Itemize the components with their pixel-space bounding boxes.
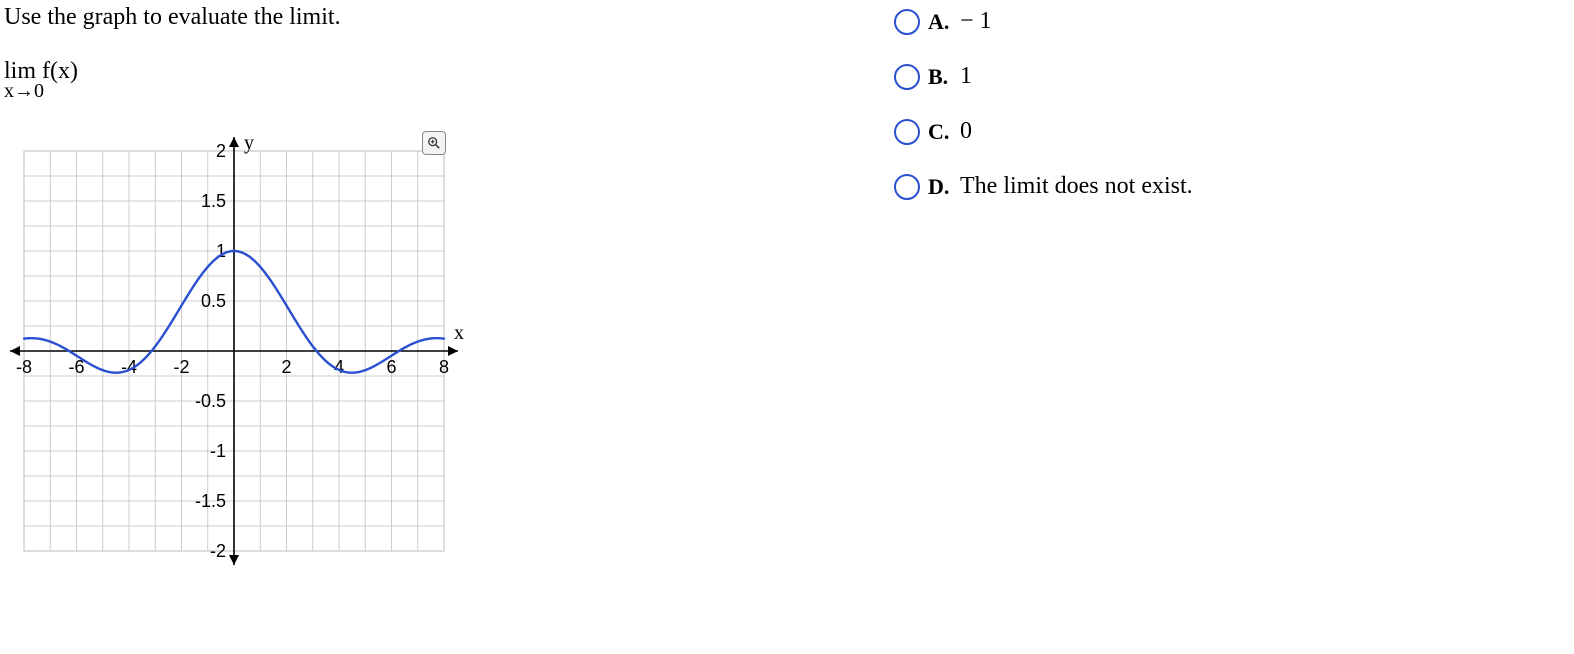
choice-text: 1 (960, 63, 972, 90)
svg-text:2: 2 (216, 141, 226, 161)
choice-letter: C. (928, 119, 952, 145)
svg-text:1.5: 1.5 (201, 191, 226, 211)
limit-expression: lim f(x) x→0 (4, 59, 894, 101)
svg-text:-2: -2 (173, 357, 189, 377)
choice-letter: B. (928, 64, 952, 90)
svg-text:y: y (244, 132, 254, 154)
graph-panel: -8-6-4-22468-2-1.5-1-0.50.511.52xy (4, 131, 464, 601)
choice-text: The limit does not exist. (960, 173, 1193, 200)
choice-a[interactable]: A. − 1 (894, 8, 1574, 35)
zoom-icon (427, 136, 441, 150)
svg-text:-8: -8 (16, 357, 32, 377)
function-graph: -8-6-4-22468-2-1.5-1-0.50.511.52xy (4, 131, 464, 591)
svg-text:8: 8 (439, 357, 449, 377)
svg-text:0.5: 0.5 (201, 291, 226, 311)
limit-bottom: x→0 (4, 81, 894, 101)
choice-d[interactable]: D. The limit does not exist. (894, 173, 1574, 200)
radio-d[interactable] (894, 174, 920, 200)
svg-text:-1.5: -1.5 (195, 491, 226, 511)
svg-text:-0.5: -0.5 (195, 391, 226, 411)
zoom-button[interactable] (422, 131, 446, 155)
choice-letter: D. (928, 174, 952, 200)
choice-b[interactable]: B. 1 (894, 63, 1574, 90)
radio-a[interactable] (894, 9, 920, 35)
limit-top: lim f(x) (4, 59, 894, 83)
svg-text:2: 2 (281, 357, 291, 377)
choice-c[interactable]: C. 0 (894, 118, 1574, 145)
radio-c[interactable] (894, 119, 920, 145)
choice-text: 0 (960, 118, 972, 145)
radio-b[interactable] (894, 64, 920, 90)
svg-text:6: 6 (386, 357, 396, 377)
choice-letter: A. (928, 9, 952, 35)
question-prompt: Use the graph to evaluate the limit. (4, 4, 894, 31)
svg-text:-2: -2 (210, 541, 226, 561)
choice-text: − 1 (960, 8, 992, 35)
svg-text:-1: -1 (210, 441, 226, 461)
svg-text:x: x (454, 322, 464, 344)
answer-choices: A. − 1 B. 1 C. 0 D. The limit does not exist. (894, 4, 1574, 200)
